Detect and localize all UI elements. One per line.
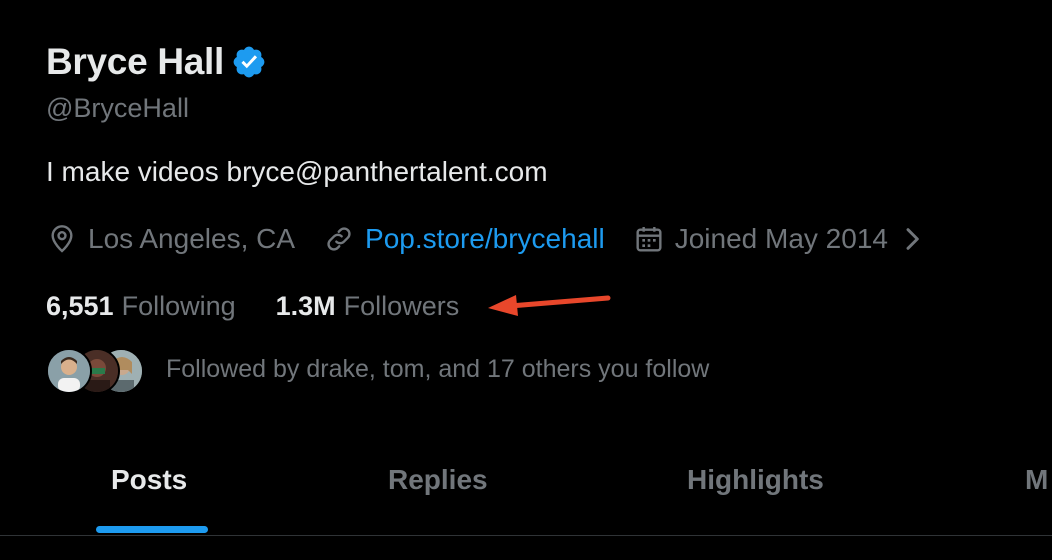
following-stat[interactable]: 6,551 Following: [46, 291, 236, 322]
follow-stats: 6,551 Following 1.3M Followers: [46, 286, 459, 326]
chevron-right-icon[interactable]: [896, 223, 928, 255]
avatar: [46, 348, 92, 394]
profile-meta: Los Angeles, CA Pop.store/brycehall Join…: [46, 219, 938, 259]
followed-by-text: Followed by drake, tom, and 17 others yo…: [166, 354, 710, 383]
verified-badge-icon[interactable]: [231, 44, 267, 80]
followed-by-row[interactable]: Followed by drake, tom, and 17 others yo…: [46, 344, 709, 394]
display-name: Bryce Hall: [46, 41, 224, 82]
calendar-icon: [636, 227, 662, 252]
tabs-divider: [0, 535, 1052, 536]
profile-tabs: Posts Replies Highlights M: [0, 440, 1052, 535]
red-arrow-annotation: [488, 295, 611, 316]
tab-media[interactable]: M: [1025, 464, 1048, 496]
link-icon: [327, 227, 351, 251]
joined-text: Joined May 2014: [674, 223, 888, 254]
user-handle: @BryceHall: [46, 93, 189, 123]
tab-posts[interactable]: Posts: [111, 464, 187, 496]
location-pin-icon: [51, 225, 73, 253]
profile-header: Bryce Hall @BryceHall I make videos bryc…: [0, 0, 1052, 560]
location-text: Los Angeles, CA: [88, 223, 296, 254]
followers-stat[interactable]: 1.3M Followers: [276, 291, 460, 322]
name-row: Bryce Hall: [46, 38, 267, 86]
active-tab-indicator: [96, 526, 208, 533]
location-item: Los Angeles, CA: [46, 223, 295, 255]
website-item[interactable]: Pop.store/brycehall: [323, 223, 605, 255]
tab-highlights[interactable]: Highlights: [687, 464, 824, 496]
bio-text: I make videos bryce@panthertalent.com: [46, 156, 548, 187]
following-label: Following: [121, 290, 236, 321]
following-count: 6,551: [46, 290, 114, 321]
joined-item[interactable]: Joined May 2014: [633, 223, 938, 255]
follower-avatars: [46, 346, 146, 394]
website-link[interactable]: Pop.store/brycehall: [365, 223, 605, 255]
tab-replies[interactable]: Replies: [388, 464, 488, 496]
followers-label: Followers: [343, 290, 460, 321]
followers-count: 1.3M: [275, 290, 336, 321]
